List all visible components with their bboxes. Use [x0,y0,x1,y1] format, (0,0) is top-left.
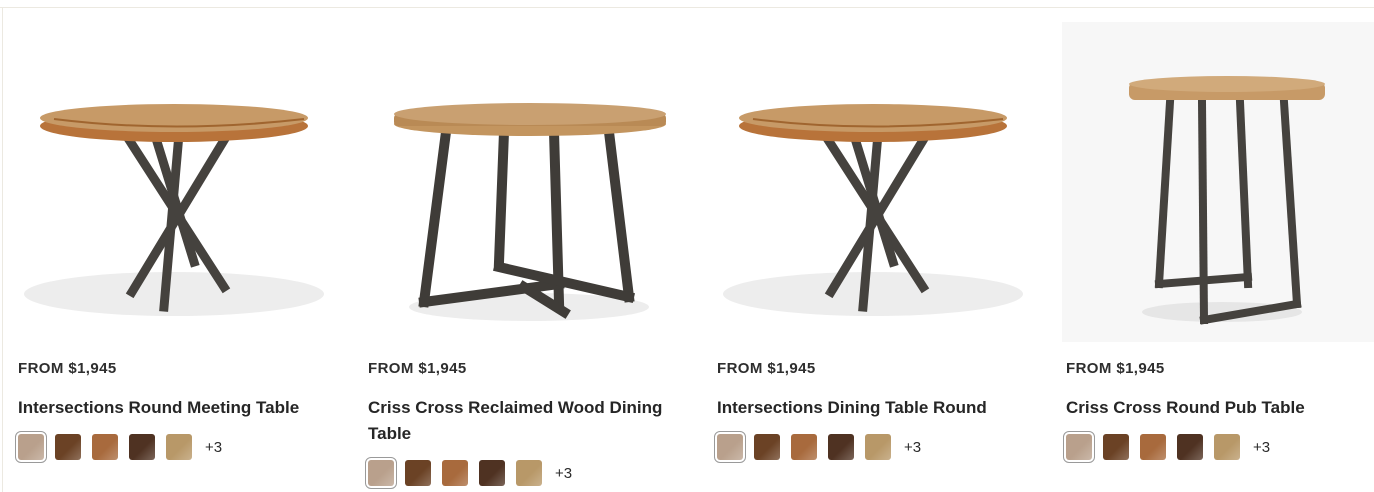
swatch-list: +3 [365,457,572,489]
product-card[interactable]: FROM $1,945 Intersections Round Meeting … [15,8,348,492]
product-image[interactable] [1062,22,1374,342]
swatch-list: +3 [1063,431,1270,463]
swatch-finish-1[interactable] [714,431,746,463]
product-card[interactable]: FROM $1,945 Criss Cross Reclaimed Wood D… [365,8,698,492]
swatch-finish-3[interactable] [1140,434,1166,460]
product-title[interactable]: Criss Cross Reclaimed Wood Dining Table [368,395,678,447]
pub-table-illustration [1062,22,1374,342]
more-swatches-link[interactable]: +3 [1253,439,1270,456]
swatch-list: +3 [714,431,921,463]
swatch-finish-4[interactable] [479,460,505,486]
swatch-list: +3 [15,431,222,463]
product-image[interactable] [14,22,334,342]
product-price: FROM $1,945 [368,360,467,377]
swatch-finish-1[interactable] [1063,431,1095,463]
swatch-finish-2[interactable] [754,434,780,460]
product-grid: FROM $1,945 Intersections Round Meeting … [0,0,1374,492]
swatch-finish-5[interactable] [516,460,542,486]
product-image[interactable] [713,22,1033,342]
swatch-finish-2[interactable] [405,460,431,486]
product-price: FROM $1,945 [717,360,816,377]
swatch-finish-4[interactable] [129,434,155,460]
x-base-table-illustration [24,104,324,316]
swatch-finish-1[interactable] [365,457,397,489]
product-card[interactable]: FROM $1,945 Criss Cross Round Pub Table … [1062,8,1374,492]
product-title[interactable]: Intersections Round Meeting Table [18,395,328,421]
product-price: FROM $1,945 [1066,360,1165,377]
swatch-finish-5[interactable] [166,434,192,460]
product-title[interactable]: Intersections Dining Table Round [717,395,1027,421]
swatch-finish-3[interactable] [791,434,817,460]
swatch-finish-2[interactable] [1103,434,1129,460]
product-price: FROM $1,945 [18,360,117,377]
swatch-finish-5[interactable] [1214,434,1240,460]
swatch-finish-3[interactable] [442,460,468,486]
swatch-finish-4[interactable] [828,434,854,460]
product-image[interactable] [364,22,684,342]
swatch-finish-5[interactable] [865,434,891,460]
criss-cross-table-illustration [394,103,666,321]
swatch-finish-3[interactable] [92,434,118,460]
product-card[interactable]: FROM $1,945 Intersections Dining Table R… [714,8,1047,492]
swatch-finish-2[interactable] [55,434,81,460]
product-title[interactable]: Criss Cross Round Pub Table [1066,395,1374,421]
more-swatches-link[interactable]: +3 [205,439,222,456]
more-swatches-link[interactable]: +3 [555,465,572,482]
swatch-finish-1[interactable] [15,431,47,463]
x-base-table-illustration [723,104,1023,316]
more-swatches-link[interactable]: +3 [904,439,921,456]
swatch-finish-4[interactable] [1177,434,1203,460]
